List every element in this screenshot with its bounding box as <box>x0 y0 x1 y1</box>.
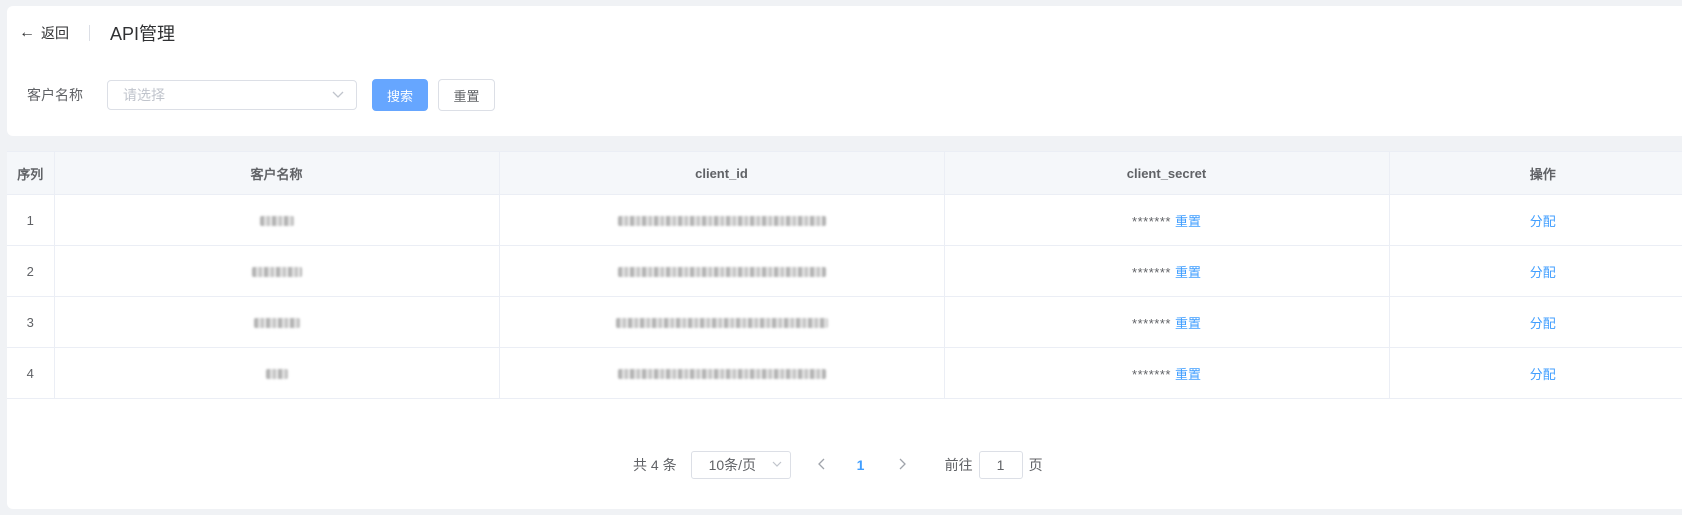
client-secret-cell: ******* 重置 <box>944 296 1390 348</box>
table-row: 1 ******* 重置 分配 <box>7 194 1682 246</box>
goto-page-input[interactable] <box>978 451 1023 479</box>
search-button[interactable]: 搜索 <box>372 79 428 111</box>
reset-secret-link[interactable]: 重置 <box>1175 214 1201 229</box>
row-index: 1 <box>7 194 55 246</box>
client-secret-cell: ******* 重置 <box>944 245 1390 297</box>
page-size-value: 10条/页 <box>708 457 757 473</box>
column-header-client-id: client_id <box>499 151 945 195</box>
arrow-left-icon: ← <box>19 24 35 41</box>
select-placeholder: 请选择 <box>123 87 165 103</box>
goto-page: 前往 页 <box>945 451 1043 479</box>
secret-mask: ******* <box>1132 315 1171 331</box>
customer-name-cell <box>54 245 500 297</box>
goto-suffix: 页 <box>1028 457 1043 473</box>
client-id-cell <box>499 347 945 399</box>
assign-link[interactable]: 分配 <box>1530 214 1556 229</box>
table-row: 4 ******* 重置 分配 <box>7 347 1682 399</box>
customer-name-cell <box>54 296 500 348</box>
customer-name-cell <box>54 194 500 246</box>
reset-secret-link[interactable]: 重置 <box>1175 367 1201 382</box>
reset-secret-link[interactable]: 重置 <box>1175 316 1201 331</box>
assign-link[interactable]: 分配 <box>1530 367 1556 382</box>
row-index: 4 <box>7 347 55 399</box>
prev-page-button[interactable] <box>807 457 837 473</box>
filter-card: ← 返回 API管理 客户名称 请选择 搜索 重置 <box>7 6 1682 136</box>
pagination-total: 共 4 条 <box>633 457 677 473</box>
secret-mask: ******* <box>1132 213 1171 229</box>
filter-bar: 客户名称 请选择 搜索 重置 <box>27 79 495 111</box>
api-table: 序列 客户名称 client_id client_secret 操作 1 ***… <box>7 151 1682 399</box>
redacted-text <box>617 267 826 278</box>
redacted-text <box>265 369 288 380</box>
goto-prefix: 前往 <box>944 457 973 473</box>
customer-name-label: 客户名称 <box>27 87 83 103</box>
table-card: 序列 客户名称 client_id client_secret 操作 1 ***… <box>7 151 1682 509</box>
reset-secret-link[interactable]: 重置 <box>1175 265 1201 280</box>
actions-cell: 分配 <box>1389 347 1682 399</box>
actions-cell: 分配 <box>1389 296 1682 348</box>
redacted-text <box>617 369 826 380</box>
column-header-index: 序列 <box>7 151 55 195</box>
customer-name-select[interactable]: 请选择 <box>107 80 357 110</box>
reset-button[interactable]: 重置 <box>438 79 495 111</box>
back-label: 返回 <box>41 25 69 41</box>
pagination: 共 4 条 10条/页 1 前往 页 <box>633 451 1043 479</box>
client-secret-cell: ******* 重置 <box>944 347 1390 399</box>
client-secret-cell: ******* 重置 <box>944 194 1390 246</box>
row-index: 3 <box>7 296 55 348</box>
page-size-select[interactable]: 10条/页 <box>690 451 791 479</box>
table-row: 2 ******* 重置 分配 <box>7 245 1682 297</box>
column-header-client-secret: client_secret <box>944 151 1390 195</box>
client-id-cell <box>499 296 945 348</box>
back-button[interactable]: ← 返回 <box>19 23 69 43</box>
client-id-cell <box>499 245 945 297</box>
redacted-text <box>617 216 826 227</box>
assign-link[interactable]: 分配 <box>1530 265 1556 280</box>
chevron-down-icon <box>772 459 782 471</box>
redacted-text <box>251 267 302 278</box>
page-header: ← 返回 API管理 <box>19 18 175 48</box>
page-number-current[interactable]: 1 <box>851 457 871 473</box>
actions-cell: 分配 <box>1389 245 1682 297</box>
chevron-left-icon <box>817 458 825 470</box>
header-divider <box>89 25 90 41</box>
customer-name-cell <box>54 347 500 399</box>
assign-link[interactable]: 分配 <box>1530 316 1556 331</box>
table-header-row: 序列 客户名称 client_id client_secret 操作 <box>7 151 1682 195</box>
column-header-actions: 操作 <box>1389 151 1682 195</box>
secret-mask: ******* <box>1132 366 1171 382</box>
page-title: API管理 <box>110 24 176 44</box>
column-header-customer-name: 客户名称 <box>54 151 500 195</box>
row-index: 2 <box>7 245 55 297</box>
redacted-text <box>253 318 300 329</box>
redacted-text <box>615 318 828 329</box>
table-row: 3 ******* 重置 分配 <box>7 296 1682 348</box>
chevron-right-icon <box>899 458 906 470</box>
actions-cell: 分配 <box>1389 194 1682 246</box>
next-page-button[interactable] <box>887 457 917 473</box>
client-id-cell <box>499 194 945 246</box>
secret-mask: ******* <box>1132 264 1171 280</box>
redacted-text <box>259 216 294 227</box>
chevron-down-icon <box>332 88 344 102</box>
